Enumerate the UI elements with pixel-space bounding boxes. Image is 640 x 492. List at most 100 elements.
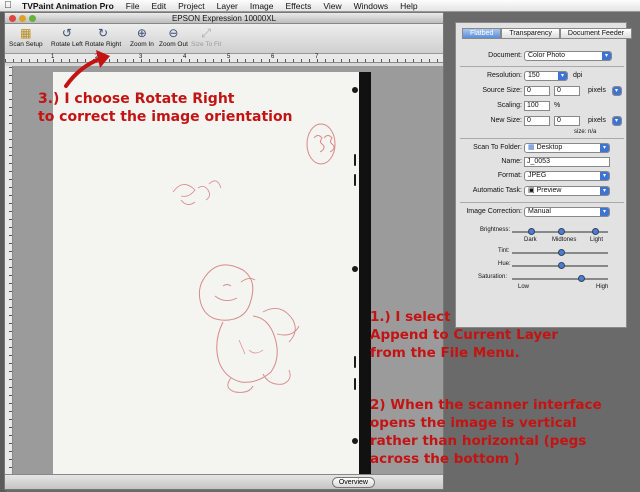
menu-effects[interactable]: Effects (280, 0, 318, 12)
tab-flatbed[interactable]: Flatbed (462, 28, 502, 39)
name-row: Name: J_0053 (456, 157, 628, 169)
menu-file[interactable]: File (120, 0, 146, 12)
scanner-titlebar[interactable]: EPSON Expression 10000XL (5, 13, 443, 24)
zoom-out-icon: ⊖ (168, 26, 179, 40)
low-label: Low (518, 284, 530, 290)
task-label: Automatic Task: (472, 187, 522, 194)
peg-slot (354, 154, 356, 166)
peg-hole (352, 266, 358, 272)
annotation-line: opens the image is vertical (370, 415, 577, 431)
format-select[interactable]: JPEG ▾ (524, 171, 610, 181)
tint-slider[interactable] (512, 249, 608, 256)
peg-slot (354, 356, 356, 368)
menu-edit[interactable]: Edit (145, 0, 172, 12)
resolution-row: Resolution: 150 ▾ dpi (456, 71, 628, 83)
preview-icon: ▣ (528, 187, 535, 194)
name-field[interactable]: J_0053 (524, 157, 610, 167)
task-select[interactable]: ▣ Preview ▾ (524, 186, 610, 196)
scanned-page[interactable] (53, 72, 359, 476)
menu-view[interactable]: View (317, 0, 347, 12)
dark-label: Dark (524, 237, 537, 243)
scan-setup-icon: ▦ (20, 26, 32, 40)
document-row: Document: Color Photo ▾ (456, 51, 628, 63)
document-value: Color Photo (528, 52, 565, 59)
annotation-step-2: 2) When the scanner interface opens the … (370, 396, 602, 468)
tint-label: Tint: (498, 248, 510, 254)
zoom-icon[interactable] (29, 15, 36, 22)
peg-hole (352, 438, 358, 444)
minimize-icon[interactable] (19, 15, 26, 22)
zoom-out-button[interactable]: ⊖ Zoom Out (159, 26, 188, 49)
name-label: Name: (501, 158, 522, 165)
new-size-unit: pixels (588, 117, 606, 124)
scan-setup-label: Scan Setup (9, 41, 43, 48)
tint-knob[interactable] (558, 249, 565, 256)
menu-bar:  TVPaint Animation Pro File Edit Projec… (0, 0, 640, 12)
scan-settings-panel: Flatbed Transparency Document Feeder Doc… (455, 22, 632, 328)
brightness-light-knob[interactable] (592, 228, 599, 235)
hue-slider[interactable] (512, 262, 608, 269)
folder-row: Scan To Folder: ▦ Desktop ▾ (456, 143, 628, 155)
scan-setup-button[interactable]: ▦ Scan Setup (9, 26, 43, 49)
saturation-label: Saturation: (478, 274, 508, 280)
new-width-field[interactable]: 0 (524, 116, 550, 126)
menu-help[interactable]: Help (394, 0, 423, 12)
correction-row: Image Correction: Manual ▾ (456, 207, 628, 219)
brightness-mid-knob[interactable] (558, 228, 565, 235)
overview-button[interactable]: Overview (331, 477, 375, 488)
menu-project[interactable]: Project (172, 0, 210, 12)
scaling-field[interactable]: 100 (524, 101, 550, 111)
close-icon[interactable] (9, 15, 16, 22)
size-to-fit-icon: ⤢ (201, 26, 211, 40)
status-bar: Overview (5, 474, 443, 489)
document-select[interactable]: Color Photo ▾ (524, 51, 612, 61)
brightness-slider[interactable] (512, 228, 608, 235)
zoom-out-label: Zoom Out (159, 41, 188, 48)
new-unit-select[interactable]: ▾ (612, 116, 622, 126)
tab-document-feeder[interactable]: Document Feeder (559, 28, 632, 39)
divider (460, 66, 624, 67)
annotation-line: 2) When the scanner interface (370, 397, 602, 413)
annotation-line: 3.) I choose Rotate Right (38, 91, 235, 107)
divider (460, 138, 624, 139)
chevron-down-icon: ▾ (613, 87, 621, 95)
apple-icon[interactable]:  (0, 0, 16, 11)
task-value: Preview (536, 187, 562, 194)
tab-transparency[interactable]: Transparency (501, 28, 560, 39)
peg-slot (354, 174, 356, 186)
saturation-slider[interactable] (512, 275, 608, 282)
resolution-select[interactable]: 150 ▾ (524, 71, 568, 81)
saturation-knob[interactable] (578, 275, 585, 282)
brightness-label: Brightness: (480, 227, 511, 233)
annotation-line: rather than horizontal (pegs (370, 433, 587, 449)
zoom-in-button[interactable]: ⊕ Zoom In (130, 26, 154, 49)
source-size-label: Source Size: (482, 87, 522, 94)
resolution-value: 150 (528, 72, 540, 79)
new-height-field[interactable]: 0 (554, 116, 580, 126)
menu-layer[interactable]: Layer (211, 0, 244, 12)
rotate-left-icon: ↺ (61, 26, 72, 40)
hue-knob[interactable] (558, 262, 565, 269)
document-label: Document: (488, 52, 522, 59)
correction-select[interactable]: Manual ▾ (524, 207, 610, 217)
size-to-fit-button[interactable]: ⤢ Size To Fit (191, 26, 221, 49)
chevron-down-icon: ▾ (602, 52, 611, 60)
chevron-down-icon: ▾ (613, 117, 621, 125)
zoom-in-label: Zoom In (130, 41, 154, 48)
window-title: EPSON Expression 10000XL (171, 14, 277, 23)
menu-windows[interactable]: Windows (348, 0, 394, 12)
annotation-arrow-icon (64, 50, 110, 88)
brightness-dark-knob[interactable] (528, 228, 535, 235)
source-height-field[interactable]: 0 (554, 86, 580, 96)
source-width-field[interactable]: 0 (524, 86, 550, 96)
scaling-label: Scaling: (497, 102, 522, 109)
menu-app[interactable]: TVPaint Animation Pro (16, 0, 120, 12)
format-row: Format: JPEG ▾ (456, 171, 628, 183)
scaling-unit: % (554, 102, 561, 109)
chevron-down-icon: ▾ (558, 72, 567, 80)
folder-select[interactable]: ▦ Desktop ▾ (524, 143, 610, 153)
source-unit-select[interactable]: ▾ (612, 86, 622, 96)
mode-tabs: Flatbed Transparency Document Feeder (462, 28, 632, 39)
menu-image[interactable]: Image (244, 0, 280, 12)
annotation-line: to correct the image orientation (38, 109, 293, 125)
